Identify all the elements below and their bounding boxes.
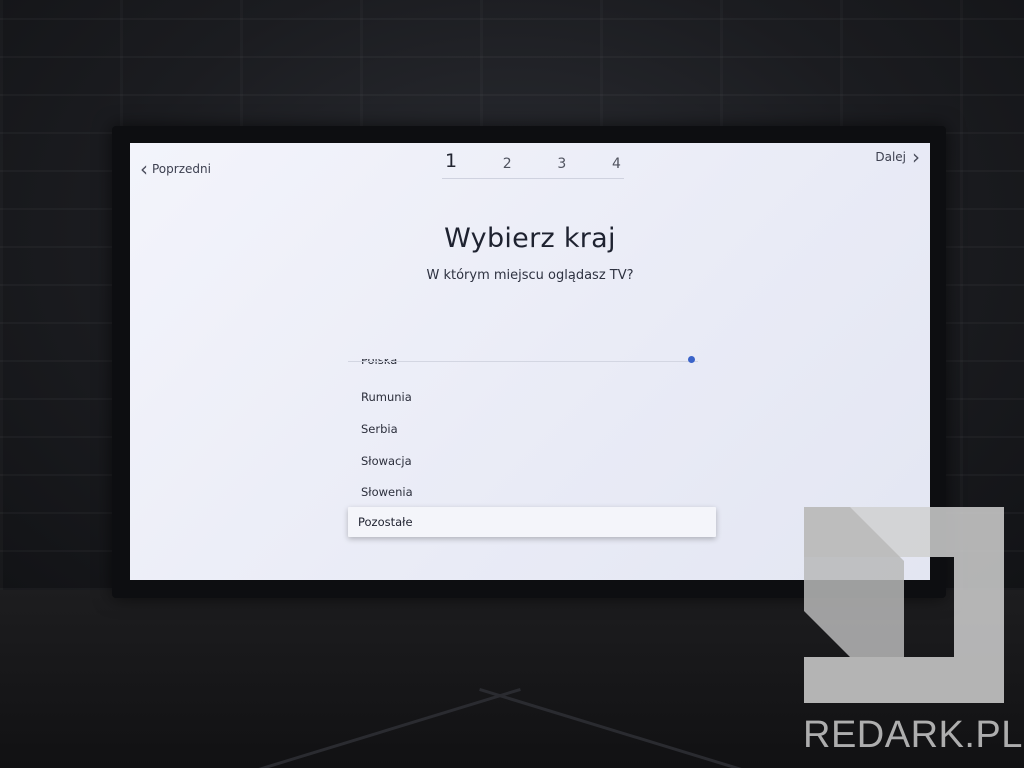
country-list: Polska Rumunia Serbia Słowacja Słowenia … [348, 355, 718, 545]
country-item[interactable]: Serbia [361, 422, 398, 436]
previous-label: Poprzedni [152, 162, 211, 176]
country-item[interactable]: Rumunia [361, 390, 412, 404]
watermark-text: REDARK.PL [803, 714, 1023, 756]
previous-button[interactable]: ‹ Poprzedni [140, 159, 211, 179]
watermark-logo-icon [804, 507, 1004, 703]
step-4[interactable]: 4 [612, 156, 621, 172]
list-divider [348, 361, 698, 362]
top-navigation: ‹ Poprzedni 1 2 3 4 Dalej › [130, 143, 930, 183]
scroll-indicator-icon [688, 356, 695, 363]
page-subtitle: W którym miejscu oglądasz TV? [426, 268, 634, 283]
country-item-selected[interactable]: Pozostałe [348, 507, 716, 537]
next-button[interactable]: Dalej › [875, 147, 920, 167]
step-2[interactable]: 2 [503, 156, 512, 172]
chevron-right-icon: › [912, 145, 920, 169]
step-1[interactable]: 1 [445, 150, 457, 172]
page-title: Wybierz kraj [444, 223, 616, 254]
next-label: Dalej [875, 150, 906, 164]
country-item[interactable]: Słowacja [361, 454, 412, 468]
step-3[interactable]: 3 [557, 156, 566, 172]
tv-stand [220, 598, 780, 768]
step-indicator: 1 2 3 4 [442, 150, 624, 179]
chevron-left-icon: ‹ [140, 157, 148, 181]
country-item[interactable]: Słowenia [361, 485, 413, 499]
